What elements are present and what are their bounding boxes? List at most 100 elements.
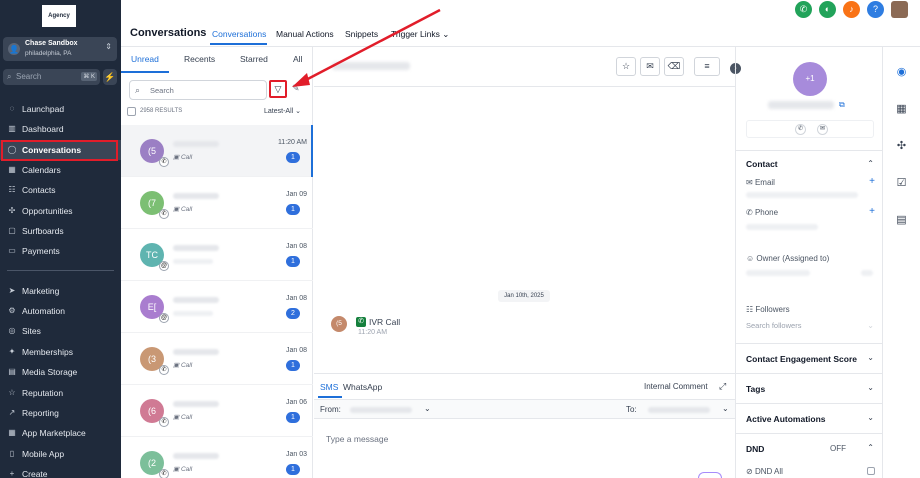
call-icon[interactable]: ✆ xyxy=(795,124,806,135)
conversation-row[interactable]: (2 ✆ ▣ Call Jan 03 1 xyxy=(121,437,313,478)
right-rail: ◉ ▦ ✣ ☑ ▤ xyxy=(882,47,920,478)
star-icon[interactable]: ☆ xyxy=(616,57,636,76)
chevron-down-icon[interactable]: ⌄ xyxy=(424,404,431,413)
to-number-blurred[interactable] xyxy=(648,407,710,413)
selected-conversation-bar xyxy=(311,125,313,177)
internal-comment-tab[interactable]: Internal Comment xyxy=(644,382,708,391)
quick-action-bolt-icon[interactable]: ⚡ xyxy=(103,69,117,85)
sidebar-item-reputation[interactable]: ☆ Reputation xyxy=(0,383,121,403)
phone-badge-icon: ✆ xyxy=(159,365,169,375)
agency-logo[interactable]: Agency xyxy=(42,5,76,27)
tab-manual-actions[interactable]: Manual Actions xyxy=(276,29,334,39)
tags-section[interactable]: Tags ⌄ xyxy=(736,373,883,403)
sidebar-item-app-marketplace[interactable]: ▦ App Marketplace xyxy=(0,423,121,443)
sidebar-item-reporting[interactable]: ↗ Reporting xyxy=(0,403,121,423)
contact-name-blurred xyxy=(173,297,219,303)
sidebar-search[interactable]: ⌕ Search ⌘ K xyxy=(3,69,100,85)
tab-unread[interactable]: Unread xyxy=(131,54,159,64)
megaphone-icon[interactable]: ◐ xyxy=(819,1,836,18)
account-switcher[interactable]: 👤 Chase Sandbox philadelphia, PA ⇕ xyxy=(3,37,117,61)
followers-label: Followers xyxy=(755,305,790,314)
sidebar-item-surfboards[interactable]: ▢ Surfboards xyxy=(0,221,121,241)
followers-chevron-icon[interactable]: ⌄ xyxy=(867,321,874,330)
conversation-type-label: Call xyxy=(180,362,193,369)
followers-icon: ☷ xyxy=(746,305,754,314)
email-icon[interactable]: ✉ xyxy=(817,124,828,135)
page-title: Conversations xyxy=(130,27,207,39)
followers-search-input[interactable]: Search followers xyxy=(746,321,801,330)
select-all-checkbox[interactable] xyxy=(127,107,136,116)
notes-icon[interactable]: ▤ xyxy=(894,213,909,228)
opportunities-icon: ✣ xyxy=(8,206,16,215)
bell-icon[interactable]: ♪ xyxy=(843,1,860,18)
task-check-icon[interactable]: ☑ xyxy=(894,176,909,191)
sidebar-item-mobile-app[interactable]: ▯ Mobile App xyxy=(0,444,121,464)
sidebar-item-contacts[interactable]: ☷ Contacts xyxy=(0,180,121,200)
sidebar-item-payments[interactable]: ▭ Payments xyxy=(0,241,121,261)
sidebar-item-label: Sites xyxy=(22,326,41,336)
calendar-icon[interactable]: ▦ xyxy=(894,102,909,117)
sidebar-item-launchpad[interactable]: ◌ Launchpad xyxy=(0,99,121,119)
add-phone-icon[interactable]: + xyxy=(869,206,875,217)
conversation-row[interactable]: TC @ Jan 08 1 xyxy=(121,229,313,281)
dnd-title[interactable]: DND xyxy=(746,444,764,454)
expand-icon[interactable]: ⤢ xyxy=(719,381,726,392)
email-badge-icon: @ xyxy=(159,313,169,323)
add-email-icon[interactable]: + xyxy=(869,176,875,187)
sidebar-item-dashboard[interactable]: ▥ Dashboard xyxy=(0,119,121,139)
opportunities-icon[interactable]: ✣ xyxy=(894,139,909,154)
conversation-search-input[interactable]: ⌕ Search xyxy=(129,80,267,100)
owner-value-blurred[interactable] xyxy=(746,270,810,276)
conversation-row[interactable]: (3 ✆ ▣ Call Jan 08 1 xyxy=(121,333,313,385)
dnd-all-checkbox[interactable] xyxy=(867,467,875,475)
sidebar-item-memberships[interactable]: ✦ Memberships xyxy=(0,342,121,362)
help-icon[interactable]: ? xyxy=(867,1,884,18)
tab-sms[interactable]: SMS xyxy=(320,382,338,392)
from-number-blurred[interactable] xyxy=(350,407,412,413)
filter-icon[interactable]: ▽ xyxy=(269,80,287,98)
chevron-down-icon[interactable]: ⌄ xyxy=(722,404,729,413)
phone-icon[interactable]: ✆ xyxy=(795,1,812,18)
sort-dropdown[interactable]: Latest-All ⌄ xyxy=(264,107,301,115)
message-title[interactable]: IVR Call xyxy=(369,317,400,327)
filter-lines-icon[interactable]: ≡ xyxy=(694,57,720,76)
message-preview-blurred xyxy=(173,311,213,316)
to-label: To: xyxy=(626,405,637,414)
trash-icon[interactable]: ⌫ xyxy=(664,57,684,76)
chevron-down-icon: ⌄ xyxy=(867,413,874,422)
tab-starred[interactable]: Starred xyxy=(240,54,268,64)
contact-profile-icon[interactable]: ◉ xyxy=(894,65,909,80)
chevron-up-icon[interactable]: ⌃ xyxy=(867,443,874,452)
conversation-row[interactable]: E[@ Jan 08 2 xyxy=(121,281,313,333)
sidebar-item-create[interactable]: + Create xyxy=(0,464,121,478)
sidebar-item-calendars[interactable]: ▦ Calendars xyxy=(0,160,121,180)
external-link-icon[interactable]: ⧉ xyxy=(839,100,845,110)
sidebar-item-marketing[interactable]: ➤ Marketing xyxy=(0,281,121,301)
chevron-down-icon: ⌄ xyxy=(442,29,450,39)
message-input[interactable]: Type a message xyxy=(326,434,388,444)
conversation-row[interactable]: (5 ✆ ▣ Call 11:20 AM 1 xyxy=(121,125,313,177)
contact-section-title[interactable]: Contact xyxy=(746,159,778,169)
automations-section[interactable]: Active Automations ⌄ xyxy=(736,403,883,433)
engagement-section[interactable]: Contact Engagement Score ⌄ xyxy=(736,343,883,373)
chat-panel: ☆ ✉ ⌫ ≡ › Jan 10th, 2025 (5 ✆ IVR Call 1… xyxy=(314,47,741,478)
tab-whatsapp[interactable]: WhatsApp xyxy=(343,382,382,392)
sidebar-item-automation[interactable]: ⚙ Automation xyxy=(0,301,121,321)
conversation-time: Jan 09 xyxy=(285,191,307,198)
sidebar-item-sites[interactable]: ◎ Sites xyxy=(0,321,121,341)
tab-conversations[interactable]: Conversations xyxy=(212,29,266,39)
sidebar-item-opportunities[interactable]: ✣ Opportunities xyxy=(0,201,121,221)
tab-recents[interactable]: Recents xyxy=(184,54,215,64)
chevron-up-icon[interactable]: ⌃ xyxy=(867,159,874,168)
conversation-row[interactable]: (6 ✆ ▣ Call Jan 06 1 xyxy=(121,385,313,437)
tab-snippets[interactable]: Snippets xyxy=(345,29,378,39)
sidebar-item-media-storage[interactable]: ▤ Media Storage xyxy=(0,362,121,382)
tab-all[interactable]: All xyxy=(293,54,302,64)
conversation-row[interactable]: (7 ✆ ▣ Call Jan 09 1 xyxy=(121,177,313,229)
compose-icon[interactable]: ✎ xyxy=(292,83,300,94)
phone-value-blurred[interactable] xyxy=(746,224,818,230)
mark-unread-icon[interactable]: ✉ xyxy=(640,57,660,76)
tab-trigger-links[interactable]: Trigger Links ⌄ xyxy=(391,29,449,40)
user-avatar[interactable] xyxy=(891,1,908,18)
send-action-pill[interactable] xyxy=(698,472,722,478)
